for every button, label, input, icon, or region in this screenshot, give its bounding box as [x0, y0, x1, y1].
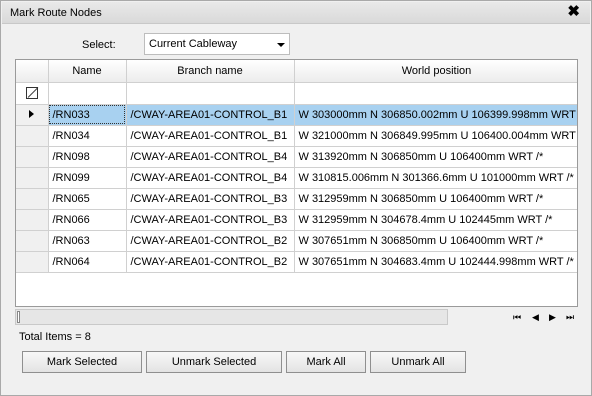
table-row[interactable]: /RN033 /CWAY-AREA01-CONTROL_B1 W 303000m… — [16, 104, 577, 126]
cell-name[interactable]: /RN099 — [48, 167, 127, 189]
next-page-icon[interactable]: ▶ — [549, 312, 556, 322]
cell-name[interactable]: /RN065 — [48, 188, 127, 210]
title-bar: Mark Route Nodes ✖ — [2, 2, 590, 24]
table-row[interactable]: /RN034 /CWAY-AREA01-CONTROL_B1 W 321000m… — [16, 125, 577, 147]
scrollbar-thumb[interactable] — [17, 311, 20, 323]
cell-branch[interactable]: /CWAY-AREA01-CONTROL_B3 — [126, 188, 295, 210]
row-header[interactable] — [16, 251, 49, 273]
filter-cell-name[interactable] — [48, 82, 127, 105]
row-header[interactable] — [16, 209, 49, 231]
table-row[interactable]: /RN098 /CWAY-AREA01-CONTROL_B4 W 313920m… — [16, 146, 577, 168]
dialog-window: Mark Route Nodes ✖ Select: Current Cable… — [0, 0, 592, 396]
row-header[interactable] — [16, 146, 49, 168]
row-header[interactable] — [16, 230, 49, 252]
unmark-all-button[interactable]: Unmark All — [370, 351, 466, 373]
table-row[interactable]: /RN065 /CWAY-AREA01-CONTROL_B3 W 312959m… — [16, 188, 577, 210]
select-label: Select: — [82, 39, 116, 51]
cell-name[interactable]: /RN066 — [48, 209, 127, 231]
cell-branch[interactable]: /CWAY-AREA01-CONTROL_B3 — [126, 209, 295, 231]
column-header-name[interactable]: Name — [48, 60, 127, 83]
horizontal-scrollbar[interactable] — [15, 309, 448, 325]
filter-cell-position[interactable] — [294, 82, 577, 105]
route-nodes-grid[interactable]: Name Branch name World position /RN033 /… — [15, 59, 578, 307]
cell-branch[interactable]: /CWAY-AREA01-CONTROL_B1 — [126, 125, 295, 147]
cell-branch[interactable]: /CWAY-AREA01-CONTROL_B2 — [126, 230, 295, 252]
filter-row — [16, 82, 577, 105]
chevron-down-icon — [277, 43, 285, 47]
row-header[interactable] — [16, 167, 49, 189]
cell-position[interactable]: W 310815.006mm N 301366.6mm U 101000mm W… — [294, 167, 577, 189]
filter-cell-branch[interactable] — [126, 82, 295, 105]
cell-position[interactable]: W 303000mm N 306850.002mm U 106399.998mm… — [294, 104, 577, 126]
header-row: Name Branch name World position — [16, 60, 577, 83]
cell-name[interactable]: /RN098 — [48, 146, 127, 168]
cell-position[interactable]: W 307651mm N 306850mm U 106400mm WRT /* — [294, 230, 577, 252]
cell-branch[interactable]: /CWAY-AREA01-CONTROL_B4 — [126, 146, 295, 168]
last-page-icon[interactable]: ⏭ — [566, 312, 574, 322]
column-header-branch-name[interactable]: Branch name — [126, 60, 295, 83]
mark-all-button[interactable]: Mark All — [286, 351, 366, 373]
prev-page-icon[interactable]: ◀ — [532, 312, 539, 322]
cell-name[interactable]: /RN033 — [48, 104, 127, 126]
cell-position[interactable]: W 321000mm N 306849.995mm U 106400.004mm… — [294, 125, 577, 147]
mark-selected-button[interactable]: Mark Selected — [22, 351, 142, 373]
table-row[interactable]: /RN064 /CWAY-AREA01-CONTROL_B2 W 307651m… — [16, 251, 577, 273]
row-header[interactable] — [16, 125, 49, 147]
select-dropdown[interactable]: Current Cableway — [144, 33, 290, 55]
cell-branch[interactable]: /CWAY-AREA01-CONTROL_B2 — [126, 251, 295, 273]
row-header[interactable] — [16, 188, 49, 210]
window-title: Mark Route Nodes — [10, 7, 102, 19]
cell-name[interactable]: /RN063 — [48, 230, 127, 252]
close-icon[interactable]: ✖ — [567, 4, 580, 20]
first-page-icon[interactable]: ⏮ — [513, 312, 521, 322]
cell-name[interactable]: /RN064 — [48, 251, 127, 273]
cell-branch[interactable]: /CWAY-AREA01-CONTROL_B1 — [126, 104, 295, 126]
cell-position[interactable]: W 307651mm N 304683.4mm U 102444.998mm W… — [294, 251, 577, 273]
table-row[interactable]: /RN063 /CWAY-AREA01-CONTROL_B2 W 307651m… — [16, 230, 577, 252]
row-header[interactable] — [16, 104, 49, 126]
table-row[interactable]: /RN066 /CWAY-AREA01-CONTROL_B3 W 312959m… — [16, 209, 577, 231]
select-value: Current Cableway — [149, 38, 238, 50]
column-header-world-position[interactable]: World position — [294, 60, 577, 83]
cell-position[interactable]: W 312959mm N 304678.4mm U 102445mm WRT /… — [294, 209, 577, 231]
cell-name[interactable]: /RN034 — [48, 125, 127, 147]
cell-position[interactable]: W 313920mm N 306850mm U 106400mm WRT /* — [294, 146, 577, 168]
filter-row-header — [16, 82, 49, 105]
current-row-icon — [29, 109, 35, 118]
header-corner — [16, 60, 49, 83]
grid-table: Name Branch name World position /RN033 /… — [16, 60, 577, 273]
filter-icon[interactable] — [25, 87, 38, 100]
cell-branch[interactable]: /CWAY-AREA01-CONTROL_B4 — [126, 167, 295, 189]
cell-position[interactable]: W 312959mm N 306850mm U 106400mm WRT /* — [294, 188, 577, 210]
unmark-selected-button[interactable]: Unmark Selected — [146, 351, 282, 373]
table-row[interactable]: /RN099 /CWAY-AREA01-CONTROL_B4 W 310815.… — [16, 167, 577, 189]
total-items-label: Total Items = 8 — [19, 331, 91, 343]
